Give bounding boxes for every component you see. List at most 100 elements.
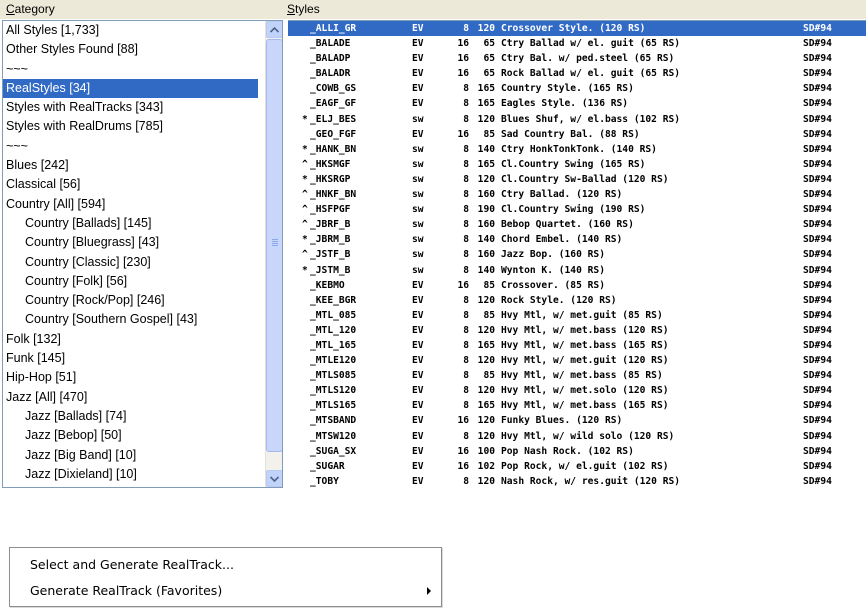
style-row[interactable]: * _JBRM_B sw 8 140 Chord Embel. (140 RS) SD#94 [288, 232, 866, 247]
style-row[interactable]: _MTLS085 EV 8 85 Hvy Mtl, w/ met.bass (85 RS… [288, 368, 866, 383]
chevron-down-icon [270, 475, 279, 482]
style-row[interactable]: _SUGAR EV 16 102 Pop Rock, w/ el.guit (102 R… [288, 459, 866, 474]
category-scrollbar[interactable] [265, 21, 282, 487]
style-row[interactable]: _BALADE EV 16 65 Ctry Ballad w/ el. guit (65… [288, 36, 866, 51]
category-list: All Styles [1,733] Other Styles Found [88… [3, 21, 258, 487]
category-item[interactable]: Hip-Hop [51] [3, 368, 258, 387]
style-file: SD#94 [803, 294, 832, 306]
style-row[interactable]: * _HKSRGP sw 8 120 Cl.Country Sw-Ballad (120 … [288, 172, 866, 187]
style-timebase: 8 [463, 204, 469, 216]
scrollbar-thumb[interactable] [266, 39, 282, 452]
style-row[interactable]: _ALLI_GR EV 8 120 Crossover Style. (120 RS) S… [288, 21, 866, 37]
style-row[interactable]: _TOBY EV 8 120 Nash Rock, w/ res.guit (120 R… [288, 474, 866, 488]
style-file: SD#94 [803, 38, 832, 50]
style-row[interactable]: _BALADP EV 16 65 Ctry Bal. w/ ped.steel (65 … [288, 51, 866, 66]
category-item[interactable]: Blues [242] [3, 156, 258, 175]
style-type: sw [412, 234, 424, 246]
style-description: Cl.Country Swing (190 RS) [501, 204, 646, 216]
style-description: Sad Country Bal. (88 RS) [501, 128, 640, 140]
scroll-down-button[interactable] [266, 470, 282, 487]
style-row[interactable]: _MTL_085 EV 8 85 Hvy Mtl, w/ met.guit (85 RS… [288, 308, 866, 323]
category-item[interactable]: Jazz [Bebop] [50] [3, 426, 258, 445]
style-row[interactable]: _BALADR EV 16 65 Rock Ballad w/ el. guit (65… [288, 66, 866, 81]
category-item[interactable]: Folk [132] [3, 330, 258, 349]
style-name: _COWB_GS [310, 83, 357, 95]
scroll-up-button[interactable] [266, 21, 282, 38]
style-row[interactable]: ^ _HNKF_BN sw 8 160 Ctry Ballad. (120 RS) SD#9… [288, 187, 866, 202]
style-type: sw [412, 158, 424, 170]
style-row[interactable]: ^ _HSFPGF sw 8 190 Cl.Country Swing (190 RS) S… [288, 202, 866, 217]
style-row[interactable]: _MTL_120 EV 8 120 Hvy Mtl, w/ met.bass (120 … [288, 323, 866, 338]
style-row[interactable]: _MTLE120 EV 8 120 Hvy Mtl, w/ met.guit (120 … [288, 353, 866, 368]
style-file: SD#94 [803, 98, 832, 110]
category-item[interactable]: Jazz [All] [470] [3, 388, 258, 407]
category-item[interactable]: Styles with RealDrums [785] [3, 117, 258, 136]
category-item[interactable]: Jazz [Fusion] [101] [3, 484, 258, 487]
category-item[interactable]: Jazz [Ballads] [74] [3, 407, 258, 426]
category-item[interactable]: Jazz [Big Band] [10] [3, 446, 258, 465]
style-row[interactable]: _GEO_FGF EV 16 85 Sad Country Bal. (88 RS) SD… [288, 127, 866, 142]
style-timebase: 8 [463, 370, 469, 382]
style-file: SD#94 [803, 204, 832, 216]
menu-item-generate-realtrack-favorites[interactable]: Generate RealTrack (Favorites) [10, 580, 441, 602]
category-item[interactable]: Country [Classic] [230] [3, 253, 258, 272]
style-name: _SUGA_SX [310, 445, 357, 457]
style-timebase: 16 [457, 128, 469, 140]
style-row[interactable]: ^ _HKSMGF sw 8 165 Cl.Country Swing (165 RS) S… [288, 157, 866, 172]
style-name: _MTLS165 [310, 400, 357, 412]
style-row[interactable]: _MTLS165 EV 8 165 Hvy Mtl, w/ met.bass (165 … [288, 398, 866, 413]
category-item[interactable]: All Styles [1,733] [3, 21, 258, 40]
style-row[interactable]: ^ _JSTF_B sw 8 160 Jazz Bop. (160 RS) SD#94 [288, 247, 866, 262]
style-file: SD#94 [803, 370, 832, 382]
style-file: SD#94 [803, 68, 832, 80]
style-row[interactable]: _KEE_BGR EV 8 120 Rock Style. (120 RS) SD#94 [288, 293, 866, 308]
style-row[interactable]: _COWB_GS EV 8 165 Country Style. (165 RS) SD#… [288, 81, 866, 96]
style-description: Jazz Bop. (160 RS) [501, 249, 605, 261]
style-row[interactable]: * _HANK_BN sw 8 140 Ctry HonkTonkTonk. (140 R… [288, 142, 866, 157]
category-item[interactable]: Funk [145] [3, 349, 258, 368]
style-timebase: 16 [457, 68, 469, 80]
style-row[interactable]: ^ _JBRF_B sw 8 160 Bebop Quartet. (160 RS) SD#… [288, 217, 866, 232]
style-row[interactable]: _KEBMO EV 16 85 Crossover. (85 RS) SD#94 [288, 278, 866, 293]
category-item[interactable]: Jazz [Dixieland] [10] [3, 465, 258, 484]
style-name: _ELJ_BES [310, 113, 357, 125]
style-description: Rock Ballad w/ el. guit (65 RS) [501, 68, 681, 80]
style-type: EV [412, 445, 424, 457]
category-item[interactable]: Classical [56] [3, 175, 258, 194]
category-item[interactable]: Country [Ballads] [145] [3, 214, 258, 233]
category-item[interactable]: Country [Folk] [56] [3, 272, 258, 291]
style-timebase: 8 [463, 475, 469, 487]
style-row[interactable]: _MTL_165 EV 8 165 Hvy Mtl, w/ met.bass (165 … [288, 338, 866, 353]
style-tempo: 120 [477, 475, 495, 487]
style-row[interactable]: _SUGA_SX EV 16 100 Pop Nash Rock. (102 RS) SD… [288, 444, 866, 459]
style-tempo: 120 [477, 113, 495, 125]
category-item[interactable]: ~~~ [3, 60, 258, 79]
category-item[interactable]: ~~~ [3, 137, 258, 156]
style-row[interactable]: _MTSW120 EV 8 120 Hvy Mtl, w/ wild solo (120… [288, 429, 866, 444]
style-row[interactable]: _MTLS120 EV 8 120 Hvy Mtl, w/ met.solo (120 … [288, 383, 866, 398]
category-item[interactable]: Other Styles Found [88] [3, 40, 258, 59]
style-type: sw [412, 249, 424, 261]
category-item[interactable]: Styles with RealTracks [343] [3, 98, 258, 117]
category-item[interactable]: Country [All] [594] [3, 195, 258, 214]
styles-listbox[interactable]: _ALLI_GR EV 8 120 Crossover Style. (120 RS) S… [288, 20, 866, 488]
category-item[interactable]: Country [Rock/Pop] [246] [3, 291, 258, 310]
style-name: _MTSBAND [310, 415, 357, 427]
style-description: Cl.Country Swing (165 RS) [501, 158, 646, 170]
style-row[interactable]: * _ELJ_BES sw 8 120 Blues Shuf, w/ el.bass (1… [288, 112, 866, 127]
style-type: EV [412, 294, 424, 306]
category-item[interactable]: RealStyles [34] [3, 78, 258, 99]
style-row[interactable]: _MTSBAND EV 16 120 Funky Blues. (120 RS) SD#9… [288, 413, 866, 428]
style-description: Hvy Mtl, w/ met.guit (120 RS) [501, 355, 669, 367]
menu-item-select-generate-realtrack[interactable]: Select and Generate RealTrack... [10, 554, 441, 576]
category-item[interactable]: Country [Southern Gospel] [43] [3, 310, 258, 329]
chevron-up-icon [270, 26, 279, 33]
category-listbox[interactable]: All Styles [1,733] Other Styles Found [88… [2, 20, 283, 488]
style-tempo: 102 [477, 460, 495, 472]
style-row[interactable]: _EAGF_GF EV 8 165 Eagles Style. (136 RS) SD#9… [288, 96, 866, 111]
category-item[interactable]: Country [Bluegrass] [43] [3, 233, 258, 252]
style-name: _KEBMO [310, 279, 345, 291]
style-name: _MTL_085 [310, 309, 357, 321]
style-name: _MTLS120 [310, 385, 357, 397]
style-row[interactable]: * _JSTM_B sw 8 140 Wynton K. (140 RS) SD#94 [288, 263, 866, 278]
